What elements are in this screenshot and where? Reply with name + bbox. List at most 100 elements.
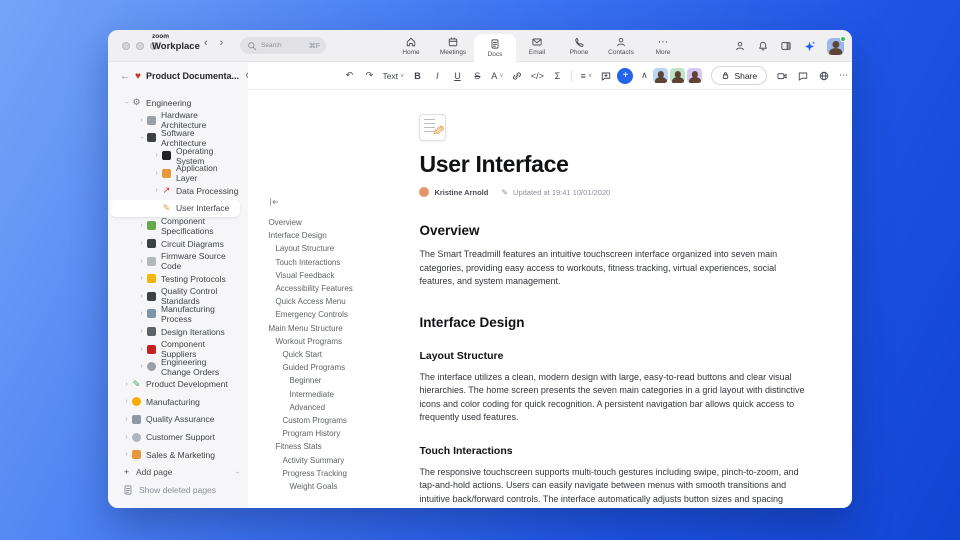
collaborator-avatar[interactable] <box>687 68 703 83</box>
tree-chevron-icon[interactable]: › <box>137 328 146 335</box>
tab-more[interactable]: ⋯ More <box>642 30 684 62</box>
outline-item-custom-programs[interactable]: Custom Programs <box>268 414 403 427</box>
tree-chevron-icon[interactable]: › <box>123 98 130 107</box>
outline-collapse-icon[interactable] <box>268 196 403 208</box>
undo-button[interactable]: ↶ <box>340 67 358 85</box>
close-window-button[interactable] <box>122 42 130 50</box>
strikethrough-button[interactable]: S <box>468 67 486 85</box>
sidebar-item-application-layer[interactable]: › Application Layer <box>108 163 248 183</box>
link-button[interactable] <box>508 67 526 85</box>
sidebar-item-testing-protocols[interactable]: › Testing Protocols <box>108 270 248 288</box>
outline-item-beginner[interactable]: Beginner <box>268 374 403 387</box>
tree-chevron-icon[interactable]: › <box>137 363 146 370</box>
share-button[interactable]: Share <box>711 66 768 85</box>
tree-chevron-icon[interactable]: › <box>122 381 131 388</box>
outline-item-interface-design[interactable]: Interface Design <box>268 229 403 242</box>
equation-button[interactable]: Σ <box>548 67 566 85</box>
sidebar-item-manufacturing-process[interactable]: › Manufacturing Process <box>108 304 248 324</box>
tab-home[interactable]: Home <box>390 30 432 62</box>
tree-chevron-icon[interactable]: › <box>137 222 146 229</box>
sidebar-item-data-processing[interactable]: › ↗ Data Processing <box>108 182 248 200</box>
tree-chevron-icon[interactable]: › <box>137 346 146 353</box>
sidebar-item-manufacturing[interactable]: › Manufacturing <box>108 393 248 411</box>
tab-contacts[interactable]: Contacts <box>600 30 642 62</box>
sidebar-item-customer-support[interactable]: › Customer Support <box>108 428 248 446</box>
sidebar-item-design-iterations[interactable]: › Design Iterations <box>108 323 248 341</box>
tree-chevron-icon[interactable]: › <box>122 434 131 441</box>
document-heading[interactable]: Interface Design <box>419 315 809 330</box>
add-page-chevron-icon[interactable]: › <box>234 471 241 473</box>
ai-companion-icon[interactable] <box>803 40 816 53</box>
video-camera-icon[interactable] <box>776 70 788 82</box>
sidebar-item-firmware-source-code[interactable]: › Firmware Source Code <box>108 251 248 271</box>
document-heading[interactable]: Touch Interactions <box>419 445 809 457</box>
tree-chevron-icon[interactable]: › <box>122 398 131 405</box>
italic-button[interactable]: I <box>428 67 446 85</box>
outline-item-accessibility-features[interactable]: Accessibility Features <box>268 282 403 295</box>
document-paragraph[interactable]: The Smart Treadmill features an intuitiv… <box>419 248 809 289</box>
tree-chevron-icon[interactable]: › <box>137 258 146 265</box>
collaborator-avatar[interactable] <box>653 68 669 83</box>
chat-icon[interactable] <box>797 70 809 82</box>
insert-button[interactable]: + <box>617 67 634 84</box>
tree-chevron-icon[interactable]: › <box>152 170 161 177</box>
text-color-button[interactable]: A ∨ <box>488 67 506 85</box>
underline-button[interactable]: U <box>448 67 466 85</box>
globe-icon[interactable] <box>818 70 830 82</box>
sidebar-item-software-architecture[interactable]: › Software Architecture <box>108 128 248 148</box>
tree-chevron-icon[interactable]: › <box>137 240 146 247</box>
outline-item-program-history[interactable]: Program History <box>268 427 403 440</box>
text-style-button[interactable]: Text ∨ <box>380 67 406 85</box>
collapse-toolbar-button[interactable]: ∧ <box>635 67 653 85</box>
tab-meetings[interactable]: Meetings <box>432 30 474 62</box>
tree-chevron-icon[interactable]: › <box>152 152 161 159</box>
outline-item-quick-access-menu[interactable]: Quick Access Menu <box>268 295 403 308</box>
minimize-window-button[interactable] <box>136 42 144 50</box>
tree-chevron-icon[interactable]: › <box>138 133 145 142</box>
outline-item-advanced[interactable]: Advanced <box>268 401 403 414</box>
tree-chevron-icon[interactable]: › <box>137 117 146 124</box>
sidebar-item-engineering[interactable]: › ⚙ Engineering <box>108 94 248 112</box>
global-search-input[interactable]: Search ⌘F <box>240 37 326 54</box>
sidebar-item-engineering-change-orders[interactable]: › Engineering Change Orders <box>108 357 248 377</box>
tab-docs[interactable]: Docs <box>474 34 516 62</box>
comment-button[interactable] <box>597 67 615 85</box>
tree-chevron-icon[interactable]: › <box>137 310 146 317</box>
outline-item-layout-structure[interactable]: Layout Structure <box>268 242 403 255</box>
sidebar-item-operating-system[interactable]: › Operating System <box>108 146 248 166</box>
notifications-bell-icon[interactable] <box>757 40 769 52</box>
show-deleted-pages-button[interactable]: Show deleted pages <box>108 481 248 499</box>
sidebar-item-quality-assurance[interactable]: › Quality Assurance <box>108 411 248 429</box>
account-avatar[interactable] <box>827 35 846 55</box>
document-heading[interactable]: Overview <box>419 223 809 238</box>
sidebar-item-sales-marketing[interactable]: › Sales & Marketing <box>108 446 248 464</box>
sidebar-item-product-development[interactable]: › ✎ Product Development <box>108 376 248 394</box>
outline-item-weight-goals[interactable]: Weight Goals <box>268 480 403 493</box>
outline-item-intermediate[interactable]: Intermediate <box>268 388 403 401</box>
add-page-button[interactable]: + Add page › <box>108 463 248 481</box>
tab-email[interactable]: Email <box>516 30 558 62</box>
tree-chevron-icon[interactable]: › <box>122 416 131 423</box>
outline-item-touch-interactions[interactable]: Touch Interactions <box>268 256 403 269</box>
outline-item-quick-start[interactable]: Quick Start <box>268 348 403 361</box>
tab-phone[interactable]: Phone <box>558 30 600 62</box>
outline-item-emergency-controls[interactable]: Emergency Controls <box>268 308 403 321</box>
sidebar-item-component-specifications[interactable]: › Component Specifications <box>108 216 248 236</box>
sidebar-item-user-interface[interactable]: ✎ User Interface <box>110 199 241 218</box>
more-options-icon[interactable]: ⋯ <box>839 70 848 81</box>
outline-item-fitness-stats[interactable]: Fitness Stats <box>268 440 403 453</box>
collaborator-avatar[interactable] <box>670 68 686 83</box>
outline-item-guided-programs[interactable]: Guided Programs <box>268 361 403 374</box>
document-heading[interactable]: Layout Structure <box>419 350 809 362</box>
outline-item-main-menu-structure[interactable]: Main Menu Structure <box>268 322 403 335</box>
side-panel-toggle-icon[interactable] <box>780 40 792 52</box>
document-paragraph[interactable]: The interface utilizes a clean, modern d… <box>419 371 809 425</box>
tree-chevron-icon[interactable]: › <box>137 293 146 300</box>
nav-forward-button[interactable]: › <box>220 37 224 49</box>
document-body[interactable]: Overview The Smart Treadmill features an … <box>419 223 809 508</box>
bold-button[interactable]: B <box>408 67 426 85</box>
sidebar-item-hardware-architecture[interactable]: › Hardware Architecture <box>108 110 248 130</box>
outline-item-visual-feedback[interactable]: Visual Feedback <box>268 269 403 282</box>
nav-back-button[interactable]: ‹ <box>204 37 208 49</box>
sidebar-item-circuit-diagrams[interactable]: › Circuit Diagrams <box>108 235 248 253</box>
